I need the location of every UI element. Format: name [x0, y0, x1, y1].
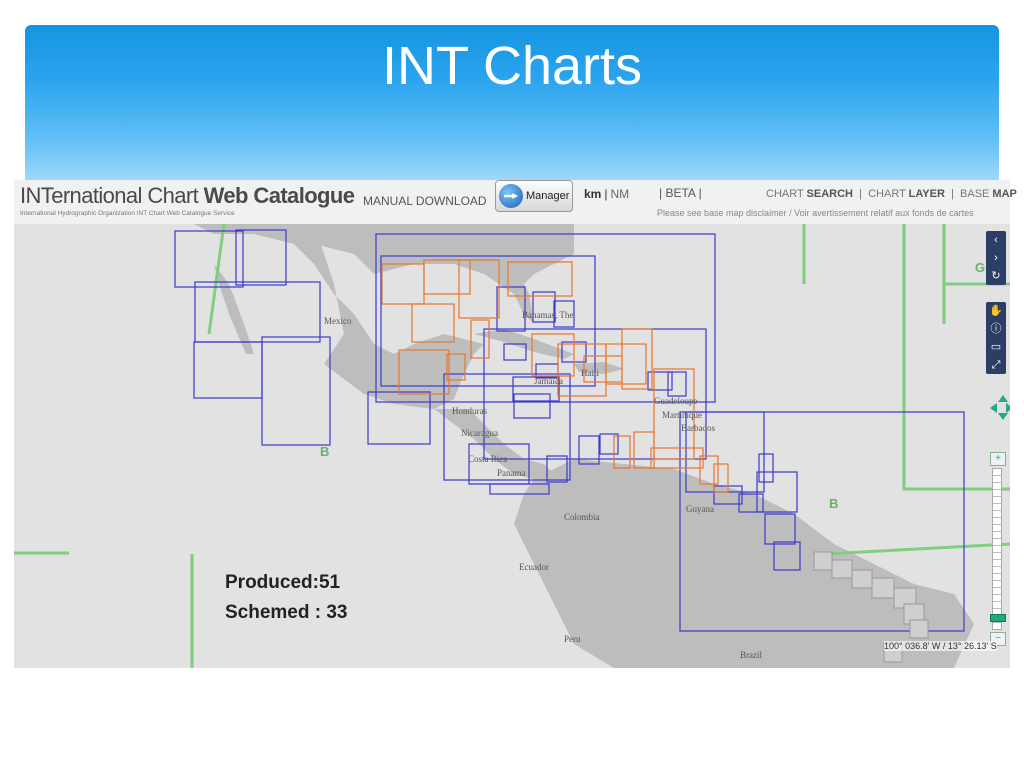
chart-search-label-a: CHART — [766, 188, 807, 200]
base-map-link[interactable]: BASE MAP — [960, 188, 1017, 200]
base-map-label-b: MAP — [992, 188, 1017, 200]
produced-count: Produced:51 — [225, 572, 341, 593]
tool-controls: ✋ ⓘ ▭ ⤢ — [986, 302, 1006, 374]
pan-up-icon[interactable] — [998, 395, 1008, 402]
unit-toggle: km | NM — [584, 187, 629, 201]
back-arrow-icon[interactable]: ‹ — [986, 231, 1006, 249]
manual-download-link[interactable]: MANUAL DOWNLOAD — [363, 194, 487, 208]
label-jamaica: Jamaica — [534, 376, 563, 386]
base-map-label-a: BASE — [960, 188, 993, 200]
app-title: INTernational Chart Web Catalogue — [20, 183, 355, 209]
label-brazil: Brazil — [740, 650, 762, 660]
chart-search-link[interactable]: CHART SEARCH — [766, 188, 853, 200]
basemap-disclaimer-link[interactable]: Please see base map disclaimer / Voir av… — [657, 208, 974, 218]
label-haiti: Haiti — [581, 368, 599, 378]
chart-layer-link[interactable]: CHART LAYER — [868, 188, 945, 200]
slide-title: INT Charts — [381, 36, 643, 96]
app-title-part1: INTernational Chart — [20, 183, 204, 208]
label-nicaragua: Nicaragua — [461, 428, 498, 438]
unit-separator: | — [604, 187, 608, 201]
label-honduras: Honduras — [452, 406, 487, 416]
zoom-extent-icon[interactable]: ⤢ — [986, 356, 1006, 374]
chart-stats: Produced:51 Schemed : 33 — [225, 568, 348, 628]
manager-button-label: Manager — [526, 190, 570, 202]
zoom-in-button[interactable]: + — [990, 452, 1006, 466]
zone-label-b-right: B — [829, 496, 839, 511]
app-toolbar: INTernational Chart Web Catalogue Intern… — [14, 180, 1017, 225]
measure-icon[interactable]: ▭ — [986, 338, 1006, 356]
pan-hand-icon[interactable]: ✋ — [986, 302, 1006, 320]
label-costa-rica: Costa Rica — [468, 454, 508, 464]
forward-arrow-icon[interactable]: › — [986, 249, 1006, 267]
label-peru: Peru — [564, 634, 581, 644]
schemed-count: Schemed : 33 — [225, 602, 348, 623]
chart-search-label-b: SEARCH — [806, 188, 853, 200]
unit-nm[interactable]: NM — [610, 187, 629, 201]
zoom-slider[interactable] — [990, 468, 1006, 630]
label-bahamas: Bahamas, The — [522, 310, 574, 320]
slide-header: INT Charts — [25, 25, 999, 180]
cursor-coordinates: 100° 036.8' W / 13° 26.13' S — [884, 641, 997, 651]
label-guyana: Guyana — [686, 504, 714, 514]
label-ecuador: Ecuador — [519, 562, 549, 572]
baja-land — [214, 264, 254, 354]
info-icon[interactable]: ⓘ — [986, 320, 1006, 338]
zone-label-b-left: B — [320, 444, 330, 459]
label-panama: Panama — [497, 468, 526, 478]
zoom-control: + − — [988, 452, 1006, 648]
pan-down-icon[interactable] — [998, 413, 1008, 420]
chart-layer-label-a: CHART — [868, 188, 909, 200]
label-martinique: Martinique — [662, 410, 702, 420]
label-colombia: Colombia — [564, 512, 600, 522]
slide-footer — [14, 668, 1010, 768]
nav-controls: ‹ › ↻ — [986, 231, 1006, 285]
map-canvas — [14, 224, 1010, 668]
app-title-part2: Web Catalogue — [203, 183, 355, 208]
pan-right-icon[interactable] — [1006, 403, 1010, 413]
pan-controls — [990, 395, 1010, 423]
chart-layer-label-b: LAYER — [908, 188, 945, 200]
manager-button[interactable]: Manager — [495, 180, 573, 212]
zoom-slider-handle[interactable] — [990, 613, 1006, 622]
top-nav: CHART SEARCH | CHART LAYER | BASE MAP — [766, 188, 1017, 200]
app-subtitle: International Hydrographic Organization … — [20, 210, 235, 217]
beta-label: | BETA | — [659, 186, 702, 200]
pan-left-icon[interactable] — [990, 403, 997, 413]
label-mexico: Mexico — [324, 316, 352, 326]
refresh-icon[interactable]: ↻ — [986, 267, 1006, 285]
label-guadeloupe: Guadeloupe — [654, 396, 698, 406]
zone-label-g: G — [975, 260, 986, 275]
label-barbados: Barbados — [681, 423, 715, 433]
unit-km[interactable]: km — [584, 187, 601, 201]
globe-arrow-icon — [499, 184, 523, 208]
chart-map[interactable]: Mexico Bahamas, The Haiti Jamaica Hondur… — [14, 224, 1010, 668]
